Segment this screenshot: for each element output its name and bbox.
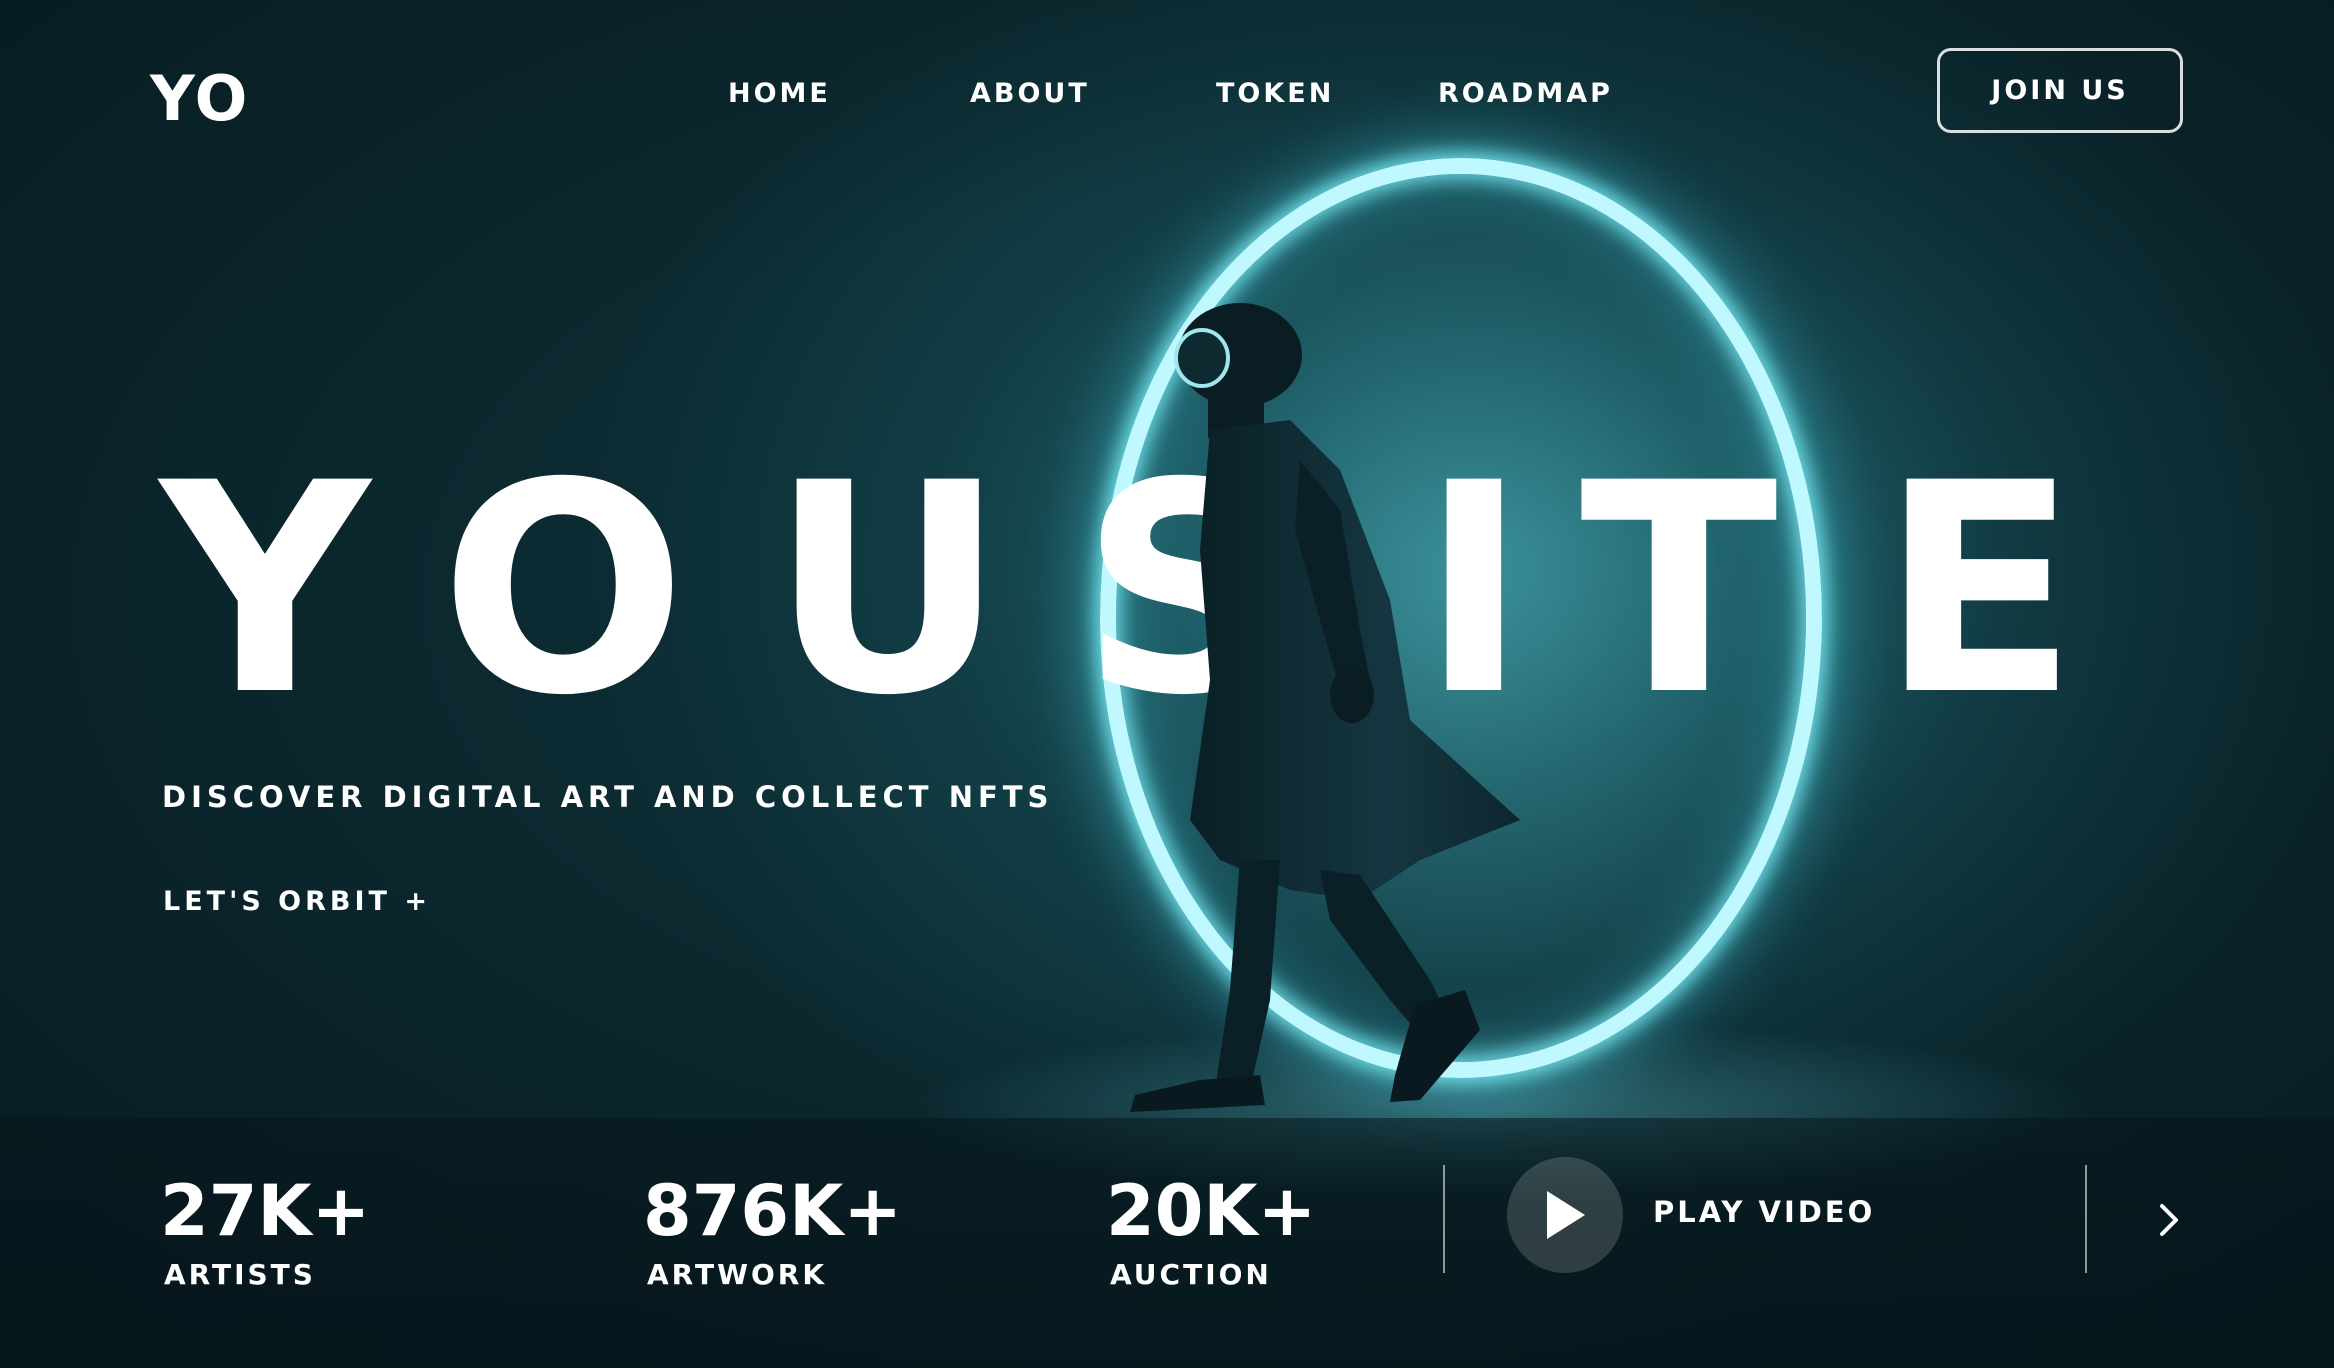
stat-auction-label: AUCTION bbox=[1110, 1258, 1272, 1291]
hero-title-letter: O bbox=[440, 422, 687, 759]
hero-subtitle: DISCOVER DIGITAL ART AND COLLECT NFTS bbox=[162, 780, 1054, 814]
nav-roadmap[interactable]: ROADMAP bbox=[1438, 78, 1613, 109]
stat-artists-value: 27K+ bbox=[160, 1170, 371, 1252]
nav-token[interactable]: TOKEN bbox=[1216, 78, 1334, 109]
nav-home[interactable]: HOME bbox=[728, 78, 831, 109]
stat-artists-label: ARTISTS bbox=[164, 1258, 316, 1291]
hero-title-letter: Y bbox=[160, 422, 370, 759]
stat-auction-value: 20K+ bbox=[1106, 1170, 1317, 1252]
nav-about[interactable]: ABOUT bbox=[970, 78, 1090, 109]
stat-artwork-value: 876K+ bbox=[643, 1170, 903, 1252]
lets-orbit-link[interactable]: LET'S ORBIT + bbox=[163, 886, 431, 917]
logo[interactable]: YO bbox=[150, 62, 249, 135]
hero-section: YO HOME ABOUT TOKEN ROADMAP JOIN US Y O … bbox=[0, 0, 2334, 1368]
astronaut-figure bbox=[1130, 303, 1520, 1112]
hero-title-letter: U bbox=[770, 422, 1006, 759]
hero-title-letter: E bbox=[1880, 422, 2079, 759]
chevron-right-icon bbox=[2160, 1204, 2178, 1236]
play-icon bbox=[1547, 1191, 1585, 1239]
divider bbox=[1443, 1165, 1445, 1273]
play-video-button[interactable] bbox=[1507, 1157, 1623, 1273]
join-us-button[interactable]: JOIN US bbox=[1937, 48, 2183, 133]
stat-artwork-label: ARTWORK bbox=[647, 1258, 828, 1291]
play-video-label[interactable]: PLAY VIDEO bbox=[1653, 1195, 1875, 1229]
divider bbox=[2085, 1165, 2087, 1273]
hero-title-letter: T bbox=[1580, 422, 1778, 759]
next-arrow-button[interactable] bbox=[2150, 1190, 2190, 1250]
